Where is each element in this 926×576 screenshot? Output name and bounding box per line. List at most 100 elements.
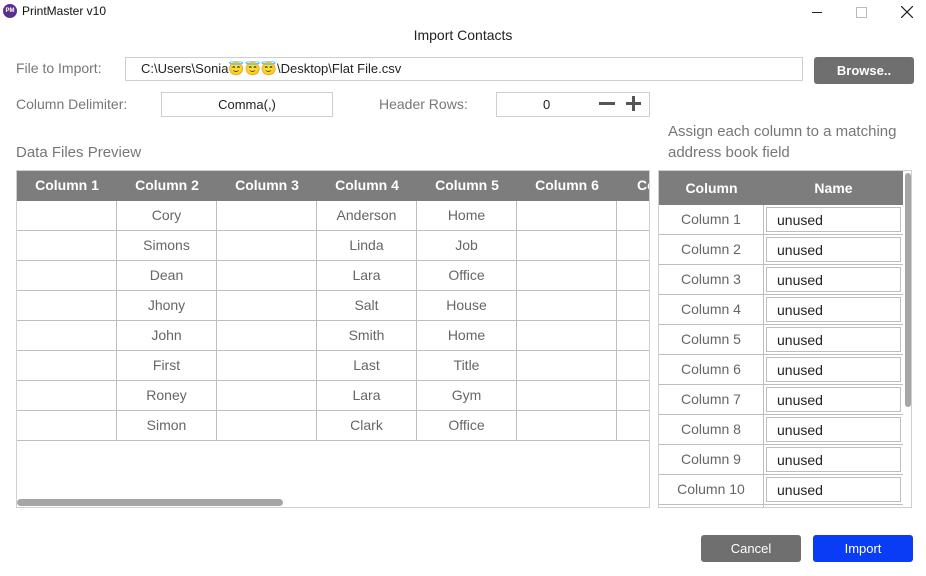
- assign-column-label: Column 8: [659, 415, 764, 444]
- assign-name-cell: unused: [764, 265, 903, 294]
- assign-column-label: Column 4: [659, 295, 764, 324]
- assign-row: Column 2 unused: [659, 235, 903, 265]
- table-cell: Roney: [117, 381, 217, 411]
- plus-icon-vertical[interactable]: [632, 96, 635, 111]
- table-cell: Anderson: [317, 201, 417, 231]
- assign-name-field[interactable]: unused: [766, 477, 901, 502]
- assign-row: Column 5 unused: [659, 325, 903, 355]
- table-cell: [617, 321, 649, 351]
- table-cell: Lara: [317, 381, 417, 411]
- table-cell: Office: [417, 411, 517, 441]
- assign-name-field[interactable]: [766, 507, 901, 508]
- table-cell: [217, 201, 317, 231]
- assign-row: Column 3 unused: [659, 265, 903, 295]
- assign-row: Column 10 unused: [659, 475, 903, 505]
- assign-column-label: Column 2: [659, 235, 764, 264]
- assign-column-label: [659, 505, 764, 507]
- assign-name-cell: unused: [764, 445, 903, 474]
- table-cell: [217, 261, 317, 291]
- table-cell: Smith: [317, 321, 417, 351]
- table-row: Cory Anderson Home: [17, 201, 649, 231]
- assign-label-line1: Assign each column to a matching: [668, 123, 897, 140]
- assign-name-cell: unused: [764, 325, 903, 354]
- table-cell: Salt: [317, 291, 417, 321]
- assign-name-field[interactable]: unused: [766, 357, 901, 382]
- table-cell: [617, 381, 649, 411]
- browse-button[interactable]: Browse..: [814, 57, 914, 84]
- table-cell: [617, 261, 649, 291]
- assign-name-cell: unused: [764, 385, 903, 414]
- table-cell: House: [417, 291, 517, 321]
- table-cell: Office: [417, 261, 517, 291]
- title-bar: PM PrintMaster v10: [0, 0, 926, 24]
- preview-header-cell: Column 5: [435, 177, 499, 193]
- assign-column-label: Column 1: [659, 205, 764, 234]
- assign-column-label: Column 6: [659, 355, 764, 384]
- header-rows-value[interactable]: 0: [543, 97, 550, 112]
- table-cell: [217, 351, 317, 381]
- assign-name-cell: unused: [764, 355, 903, 384]
- table-cell: [517, 411, 617, 441]
- table-cell: [217, 321, 317, 351]
- assign-name-cell: unused: [764, 235, 903, 264]
- import-button[interactable]: Import: [813, 535, 913, 562]
- table-row: Simons Linda Job: [17, 231, 649, 261]
- table-cell: [17, 411, 117, 441]
- table-cell: [517, 381, 617, 411]
- table-cell: Gym: [417, 381, 517, 411]
- assign-name-cell: [764, 505, 903, 508]
- assign-row: Column 1 unused: [659, 205, 903, 235]
- preview-header-cell: Column 6: [535, 177, 599, 193]
- preview-header-cell: Column 4: [335, 177, 399, 193]
- assign-name-field[interactable]: unused: [766, 207, 901, 232]
- assign-column-label: Column 9: [659, 445, 764, 474]
- table-cell: Home: [417, 321, 517, 351]
- table-cell: [17, 381, 117, 411]
- table-cell: [217, 411, 317, 441]
- column-delimiter-select[interactable]: Comma(,): [161, 92, 333, 117]
- preview-header-cell: Column 1: [35, 177, 99, 193]
- assign-name-field[interactable]: unused: [766, 267, 901, 292]
- assign-column-label: Column 3: [659, 265, 764, 294]
- assign-name-field[interactable]: unused: [766, 447, 901, 472]
- table-cell: [517, 351, 617, 381]
- data-preview-table: Column 1 Column 2 Column 3 Column 4 Colu…: [16, 170, 650, 508]
- column-delimiter-label: Column Delimiter:: [16, 96, 128, 112]
- table-cell: Last: [317, 351, 417, 381]
- table-cell: [217, 381, 317, 411]
- assign-name-field[interactable]: unused: [766, 417, 901, 442]
- assign-row: Column 7 unused: [659, 385, 903, 415]
- table-cell: [217, 291, 317, 321]
- assign-name-field[interactable]: unused: [766, 297, 901, 322]
- table-row: Roney Lara Gym: [17, 381, 649, 411]
- table-cell: [617, 351, 649, 381]
- assign-name-field[interactable]: unused: [766, 387, 901, 412]
- assign-row: Column 9 unused: [659, 445, 903, 475]
- minus-icon[interactable]: [599, 102, 615, 105]
- table-row: First Last Title: [17, 351, 649, 381]
- table-cell: Job: [417, 231, 517, 261]
- minimize-icon[interactable]: [794, 0, 840, 24]
- assign-row: Column 6 unused: [659, 355, 903, 385]
- assign-name-cell: unused: [764, 415, 903, 444]
- preview-header-cell: Co: [637, 177, 649, 193]
- window-title: PrintMaster v10: [22, 4, 107, 18]
- close-icon[interactable]: [884, 0, 926, 24]
- assign-name-cell: unused: [764, 295, 903, 324]
- assign-name-field[interactable]: unused: [766, 237, 901, 262]
- cancel-button[interactable]: Cancel: [701, 535, 801, 562]
- file-path-input[interactable]: C:\Users\Sonia😇😇😇\Desktop\Flat File.csv: [125, 57, 803, 81]
- maximize-icon[interactable]: [838, 0, 884, 24]
- horizontal-scrollbar[interactable]: [17, 499, 283, 506]
- header-rows-label: Header Rows:: [379, 96, 468, 112]
- assign-name-field[interactable]: unused: [766, 327, 901, 352]
- vertical-scrollbar[interactable]: [905, 173, 911, 407]
- preview-header-cell: Column 2: [135, 177, 199, 193]
- table-cell: Jhony: [117, 291, 217, 321]
- table-row: John Smith Home: [17, 321, 649, 351]
- assign-column-label: Column 5: [659, 325, 764, 354]
- app-logo-icon: PM: [3, 4, 17, 18]
- preview-header-row: Column 1 Column 2 Column 3 Column 4 Colu…: [17, 171, 649, 201]
- table-cell: Home: [417, 201, 517, 231]
- table-cell: [217, 231, 317, 261]
